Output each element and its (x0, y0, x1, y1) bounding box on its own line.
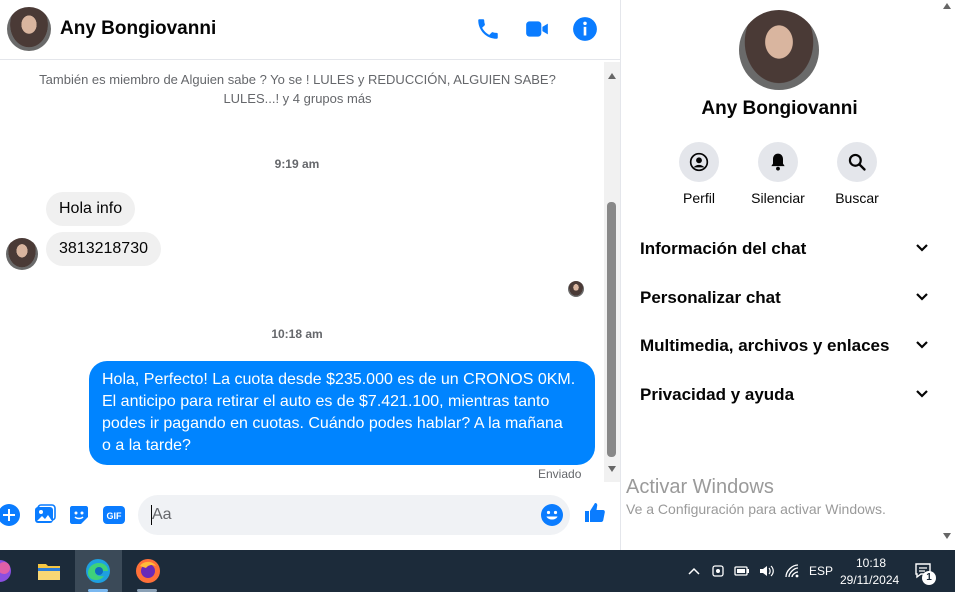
language-indicator[interactable]: ESP (809, 564, 833, 578)
profile-action[interactable]: Perfil (663, 142, 735, 206)
message-scrollbar[interactable] (604, 62, 620, 482)
section-label: Personalizar chat (640, 288, 781, 307)
incoming-message[interactable]: Hola info (46, 192, 136, 226)
message-input[interactable] (152, 503, 532, 527)
message-line: o a la tarde? (102, 437, 191, 454)
sender-avatar[interactable] (6, 238, 38, 270)
chevron-down-icon (916, 293, 928, 301)
clock-date[interactable]: 29/11/2024 (840, 573, 899, 587)
section-media-files[interactable]: Multimedia, archivos y enlaces (629, 326, 929, 366)
file-explorer-icon[interactable] (35, 557, 63, 585)
section-label: Privacidad y ayuda (640, 385, 795, 404)
profile-avatar[interactable] (739, 10, 819, 90)
messenger-window: Any Bongiovanni También es miembro de Al… (0, 0, 955, 550)
volume-icon[interactable] (758, 563, 774, 579)
message-status: Enviado (538, 467, 582, 481)
section-privacy-help[interactable]: Privacidad y ayuda (629, 375, 929, 415)
windows-taskbar: ESP 10:18 29/11/2024 1 (0, 550, 955, 592)
wifi-icon[interactable] (784, 563, 800, 579)
groups-line-2: LULES...! y 4 grupos más (223, 91, 372, 106)
message-input-box[interactable] (138, 495, 570, 535)
timestamp: 10:18 am (271, 327, 323, 341)
mute-action[interactable]: Silenciar (742, 142, 814, 206)
scroll-up-icon[interactable] (607, 72, 617, 80)
search-icon[interactable] (837, 142, 877, 182)
chevron-down-icon (916, 341, 928, 349)
plus-icon[interactable] (0, 503, 21, 527)
seen-avatar (568, 281, 584, 297)
timestamp: 9:19 am (274, 157, 320, 171)
like-icon[interactable] (583, 501, 609, 527)
contact-name[interactable]: Any Bongiovanni (60, 18, 216, 40)
firefox-icon[interactable] (134, 557, 162, 585)
activate-windows-subtitle: Ve a Configuración para activar Windows. (626, 501, 886, 517)
panel-scrollbar[interactable] (939, 0, 955, 550)
chevron-down-icon (916, 390, 928, 398)
meet-now-icon[interactable] (710, 563, 726, 579)
search-action[interactable]: Buscar (821, 142, 893, 206)
scroll-up-icon[interactable] (942, 2, 952, 10)
scroll-down-icon[interactable] (942, 532, 952, 540)
app-icon[interactable] (0, 557, 14, 585)
gif-icon[interactable]: GIF (102, 503, 126, 527)
search-action-label: Buscar (835, 190, 879, 206)
bell-icon[interactable] (758, 142, 798, 182)
video-call-icon[interactable] (524, 16, 550, 42)
info-icon[interactable] (572, 16, 598, 42)
mute-action-label: Silenciar (751, 190, 805, 206)
battery-icon[interactable] (734, 563, 750, 579)
emoji-icon[interactable] (540, 503, 564, 527)
section-label: Multimedia, archivos y enlaces (640, 336, 890, 355)
image-icon[interactable] (33, 503, 57, 527)
groups-line-1: También es miembro de Alguien sabe ? Yo … (39, 72, 556, 87)
svg-text:GIF: GIF (107, 511, 123, 521)
edge-browser-icon[interactable] (84, 557, 112, 585)
message-line: El anticipo para retirar el auto es de $… (102, 393, 550, 410)
phone-call-icon[interactable] (475, 16, 501, 42)
chat-pane: Any Bongiovanni También es miembro de Al… (0, 0, 620, 550)
section-label: Información del chat (640, 239, 807, 258)
message-list: También es miembro de Alguien sabe ? Yo … (0, 62, 604, 482)
contact-avatar[interactable] (7, 7, 51, 51)
outgoing-message[interactable]: Hola, Perfecto! La cuota desde $235.000 … (89, 361, 595, 465)
clock-time[interactable]: 10:18 (856, 556, 886, 570)
chevron-up-icon[interactable] (686, 563, 702, 579)
chat-details-panel: Any Bongiovanni Perfil Silenciar Buscar … (620, 0, 955, 550)
chat-header: Any Bongiovanni (0, 0, 620, 60)
section-chat-info[interactable]: Información del chat (629, 229, 929, 269)
message-line: podes ir pagando en cuotas. Cuándo podes… (102, 415, 563, 432)
profile-action-label: Perfil (683, 190, 715, 206)
notification-badge: 1 (922, 571, 936, 585)
scroll-down-icon[interactable] (607, 465, 617, 473)
activate-windows-title: Activar Windows (626, 476, 774, 498)
scroll-thumb[interactable] (607, 202, 616, 457)
profile-icon[interactable] (679, 142, 719, 182)
mutual-groups-text: También es miembro de Alguien sabe ? Yo … (20, 70, 575, 108)
profile-name: Any Bongiovanni (701, 98, 858, 119)
section-customize-chat[interactable]: Personalizar chat (629, 278, 929, 318)
composer: GIF (0, 490, 620, 540)
chevron-down-icon (916, 244, 928, 252)
incoming-message[interactable]: 3813218730 (46, 232, 161, 266)
message-line: Hola, Perfecto! La cuota desde $235.000 … (102, 371, 576, 388)
sticker-icon[interactable] (67, 503, 91, 527)
